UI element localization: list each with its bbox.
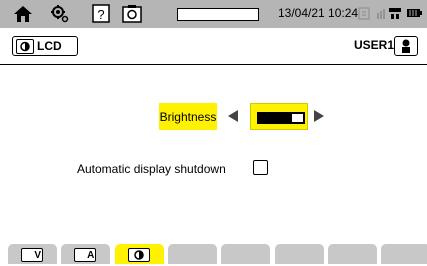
auto-shutdown-checkbox[interactable]: [253, 160, 268, 175]
voltage-tab-icon: V: [21, 248, 43, 262]
home-icon[interactable]: [12, 4, 34, 24]
settings-icon[interactable]: [50, 4, 70, 24]
function-tab[interactable]: [381, 244, 427, 264]
decrease-brightness-arrow-icon[interactable]: [228, 110, 238, 122]
network-icon: [377, 6, 403, 20]
tab-label: A: [87, 250, 95, 261]
function-tab[interactable]: [327, 244, 377, 264]
status-bar: ? 13/04/21 10:24: [0, 0, 427, 28]
memory-icon: [358, 6, 370, 20]
progress-bar: [177, 8, 259, 21]
function-tab[interactable]: [221, 244, 271, 264]
brightness-label: Brightness: [159, 103, 217, 130]
battery-icon: [407, 8, 423, 18]
svg-text:?: ?: [97, 7, 104, 22]
date-time: 13/04/21 10:24: [278, 6, 359, 20]
auto-shutdown-label: Automatic display shutdown: [77, 162, 226, 176]
title-bar: LCD USER1: [0, 28, 427, 65]
function-tab-bar: VA: [0, 244, 427, 264]
increase-brightness-arrow-icon[interactable]: [314, 110, 324, 122]
tab-label: V: [34, 250, 41, 261]
mode-indicator: LCD: [12, 36, 78, 56]
screenshot-icon[interactable]: [122, 4, 142, 24]
current-tab-icon: A: [74, 248, 97, 262]
mode-label: LCD: [37, 39, 62, 53]
function-tab[interactable]: V: [8, 244, 57, 264]
user-label: USER1: [354, 38, 395, 52]
user-button[interactable]: [394, 36, 418, 56]
function-tab[interactable]: [167, 244, 217, 264]
function-tab[interactable]: [274, 244, 324, 264]
brightness-level-field[interactable]: [250, 103, 308, 130]
user-icon: [395, 39, 417, 59]
display-icon: [16, 39, 34, 54]
display-tab-icon: [127, 248, 150, 262]
help-icon[interactable]: ?: [92, 4, 110, 24]
brightness-level-fill: [259, 114, 292, 122]
brightness-level-bar: [257, 112, 305, 124]
function-tab[interactable]: [114, 244, 164, 264]
function-tab[interactable]: A: [61, 244, 111, 264]
